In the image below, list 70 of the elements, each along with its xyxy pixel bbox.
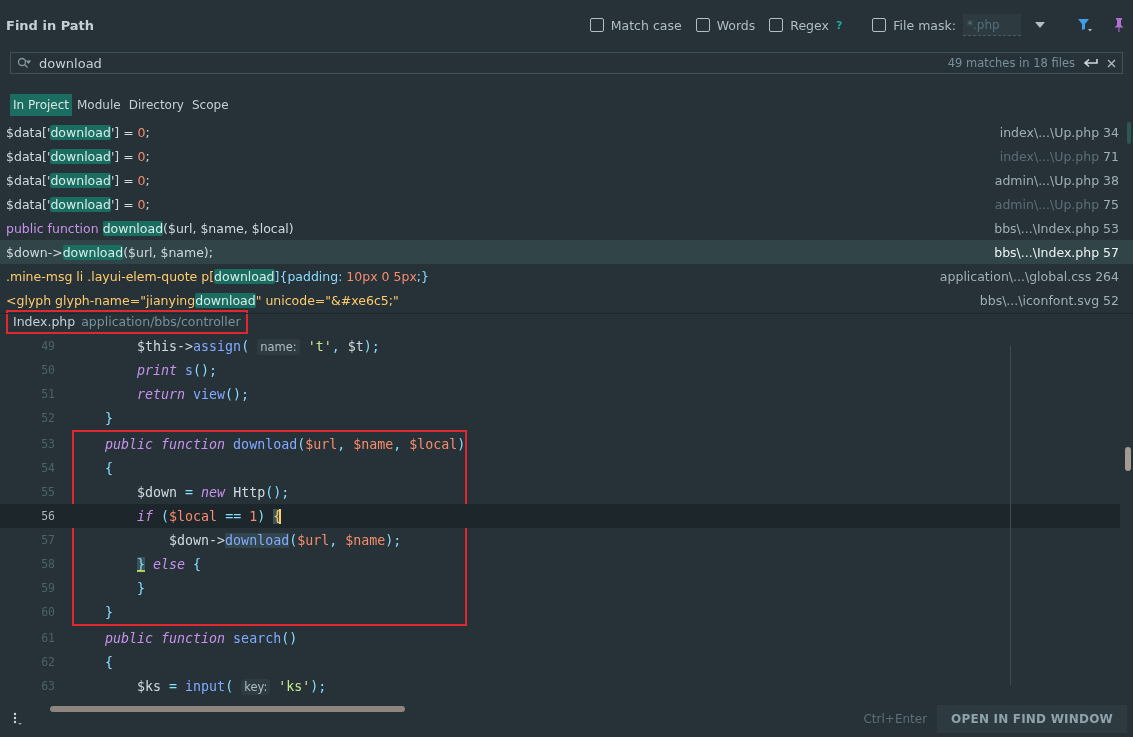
close-icon[interactable] — [1107, 58, 1116, 68]
result-code: $down->download($url, $name); — [6, 244, 213, 260]
help-link[interactable]: ? — [835, 18, 843, 32]
search-icon — [17, 57, 31, 69]
code-text: $down = new Http(); — [136, 484, 290, 500]
open-in-find-window-button[interactable]: OPEN IN FIND WINDOW — [937, 705, 1127, 733]
code-text: } else { — [55, 556, 202, 572]
result-location: bbs\...\Index.php 53 — [994, 220, 1119, 236]
result-location: admin\...\Up.php 75 — [994, 196, 1119, 212]
code-text: { — [104, 654, 114, 670]
result-location: application\...\global.css 264 — [939, 268, 1119, 284]
result-row[interactable]: .mine-msg li .layui-elem-quote p[download]{padding: 10px 0 5px;} application\...\global.css 264 — [0, 264, 1133, 288]
filter-icon[interactable] — [1077, 17, 1093, 33]
file-path: application/bbs/controller — [81, 314, 241, 329]
result-code: $data['download'] = 0; — [6, 124, 150, 140]
result-code: .mine-msg li .layui-elem-quote p[download]{padding: 10px 0 5px;} — [6, 268, 429, 284]
match-count: 49 matches in 18 files — [947, 56, 1075, 70]
result-row[interactable]: $data['download'] = 0; index\...\Up.php 71 — [0, 144, 1133, 168]
scrollbar-thumb[interactable] — [1127, 122, 1131, 144]
result-row[interactable]: public function download($url, $name, $local) bbs\...\Index.php 53 — [0, 216, 1133, 240]
result-row[interactable]: $data['download'] = 0; admin\...\Up.php 38 — [0, 168, 1133, 192]
more-icon[interactable] — [12, 712, 22, 726]
code-text: } — [104, 604, 114, 620]
enter-icon[interactable] — [1083, 58, 1099, 68]
scope-tab[interactable]: Module — [74, 94, 124, 116]
result-code: public function download($url, $name, $local) — [6, 220, 294, 236]
result-location: index\...\Up.php 71 — [999, 148, 1119, 164]
pin-icon[interactable] — [1113, 17, 1125, 33]
scrollbar-thumb[interactable] — [50, 706, 405, 712]
search-field[interactable]: download — [39, 55, 940, 71]
result-code: <glyph glyph-name="jianyingdownload" unicode="&#xe6c5;" — [6, 292, 399, 308]
scope-tab[interactable]: Scope — [188, 94, 232, 116]
scrollbar-thumb[interactable] — [1125, 447, 1131, 471]
result-location: admin\...\Up.php 38 — [994, 172, 1119, 188]
code-text: public function download($url, $name, $local) — [104, 436, 466, 452]
option-label[interactable]: File mask: — [893, 17, 956, 33]
option-label[interactable]: Words — [716, 17, 756, 33]
result-row[interactable]: $data['download'] = 0; index\...\Up.php 34 — [0, 120, 1133, 144]
result-code: $data['download'] = 0; — [6, 196, 150, 212]
code-text: $this->assign( name: 't', $t); — [136, 338, 380, 354]
code-text: } — [104, 410, 114, 426]
result-location: bbs\...\Index.php 57 — [994, 244, 1119, 260]
option-label[interactable]: Match case — [610, 17, 682, 33]
result-location: index\...\Up.php 34 — [999, 124, 1119, 140]
code-text: public function search() — [104, 630, 298, 646]
checkbox[interactable] — [695, 18, 710, 32]
dialog-title: Find in Path — [6, 17, 95, 33]
file-name: Index.php — [13, 314, 76, 329]
result-row[interactable]: $down->download($url, $name); bbs\...\Index.php 57 — [0, 240, 1133, 264]
result-location: bbs\...\iconfont.svg 52 — [979, 292, 1119, 308]
option-label[interactable]: Regex — [790, 17, 829, 33]
checkbox[interactable] — [769, 18, 784, 32]
code-text: $down->download($url, $name); — [168, 532, 402, 548]
code-text: $ks = input( key: 'ks'); — [136, 678, 327, 694]
code-text: } — [136, 580, 146, 596]
checkbox[interactable] — [872, 18, 887, 32]
code-text: print s(); — [136, 362, 218, 378]
result-code: $data['download'] = 0; — [6, 172, 150, 188]
line-number: 56 — [40, 509, 55, 523]
checkbox[interactable] — [589, 18, 604, 32]
code-text: return view(); — [136, 386, 250, 402]
result-code: $data['download'] = 0; — [6, 148, 150, 164]
result-row[interactable]: <glyph glyph-name="jianyingdownload" unicode="&#xe6c5;" bbs\...\iconfont.svg 52 — [0, 288, 1133, 312]
result-row[interactable]: $data['download'] = 0; admin\...\Up.php 75 — [0, 192, 1133, 216]
search-box[interactable]: download 49 matches in 18 files — [10, 52, 1123, 74]
scope-tab[interactable]: In Project — [10, 94, 72, 116]
scope-tab[interactable]: Directory — [125, 94, 187, 116]
shortcut-hint: Ctrl+Enter — [863, 712, 928, 726]
code-text: { — [104, 460, 114, 476]
dropdown-caret-icon[interactable] — [1035, 21, 1045, 29]
